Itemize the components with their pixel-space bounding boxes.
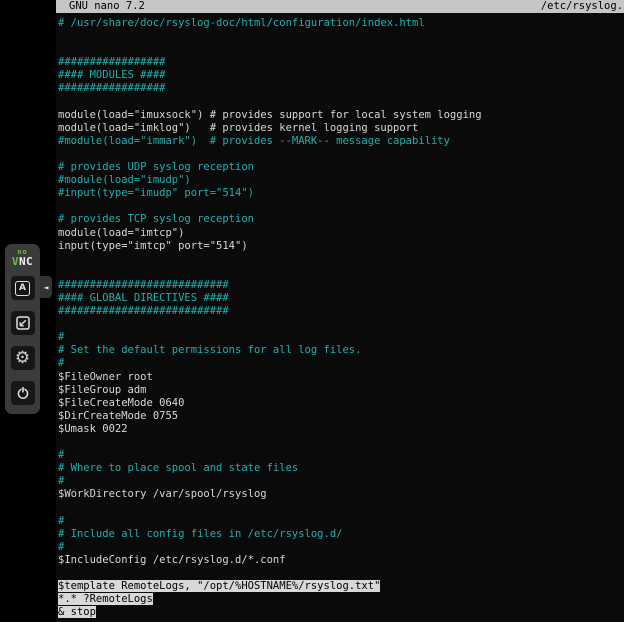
editor-line: module(load="imklog") # provides kernel …: [58, 122, 624, 135]
editor-line: $DirCreateMode 0755: [58, 410, 624, 423]
editor-content[interactable]: # /usr/share/doc/rsyslog-doc/html/config…: [56, 13, 624, 619]
editor-line: #module(load="immark") # provides --MARK…: [58, 135, 624, 148]
editor-line: [58, 43, 624, 56]
editor-line: *.* ?RemoteLogs: [58, 593, 624, 606]
editor-line: #: [58, 331, 624, 344]
editor-line: module(load="imuxsock") # provides suppo…: [58, 109, 624, 122]
editor-line: #################: [58, 82, 624, 95]
editor-line: # Include all config files in /etc/rsysl…: [58, 528, 624, 541]
editor-line: #: [58, 357, 624, 370]
editor-line: ###########################: [58, 279, 624, 292]
gear-icon: ⚙: [15, 350, 30, 367]
editor-line: #: [58, 449, 624, 462]
editor-line: #### MODULES ####: [58, 69, 624, 82]
novnc-control-bar: no VNC A⚙: [5, 244, 40, 414]
control-bar-handle[interactable]: ◄: [40, 276, 52, 298]
editor-line: [58, 266, 624, 279]
keyboard-a-icon: A: [15, 281, 30, 296]
editor-line: # provides UDP syslog reception: [58, 161, 624, 174]
fullscreen-icon: [16, 316, 30, 330]
terminal-window[interactable]: GNU nano 7.2 /etc/rsyslog. # /usr/share/…: [56, 0, 624, 622]
editor-line: $FileCreateMode 0640: [58, 397, 624, 410]
editor-line: [58, 200, 624, 213]
editor-line: # Where to place spool and state files: [58, 462, 624, 475]
editor-line: # Set the default permissions for all lo…: [58, 344, 624, 357]
settings-button[interactable]: ⚙: [11, 346, 35, 370]
collapse-arrow-icon: ◄: [44, 283, 49, 292]
power-icon: [16, 386, 30, 400]
editor-line: #module(load="imudp"): [58, 174, 624, 187]
editor-line: $FileGroup adm: [58, 384, 624, 397]
editor-line: [58, 148, 624, 161]
editor-line: #################: [58, 56, 624, 69]
editor-line: ###########################: [58, 305, 624, 318]
editor-line: #input(type="imudp" port="514"): [58, 187, 624, 200]
editor-line: $IncludeConfig /etc/rsyslog.d/*.conf: [58, 554, 624, 567]
nano-version: GNU nano 7.2: [69, 0, 145, 13]
editor-line: #: [58, 475, 624, 488]
editor-line: [58, 436, 624, 449]
editor-line: # provides TCP syslog reception: [58, 213, 624, 226]
editor-line: # /usr/share/doc/rsyslog-doc/html/config…: [58, 17, 624, 30]
editor-line: $Umask 0022: [58, 423, 624, 436]
editor-line: [58, 318, 624, 331]
extra-keys-button[interactable]: A: [11, 276, 35, 300]
editor-line: #### GLOBAL DIRECTIVES ####: [58, 292, 624, 305]
editor-line: [58, 253, 624, 266]
novnc-logo[interactable]: no VNC: [12, 249, 33, 267]
editor-line: #: [58, 541, 624, 554]
nano-titlebar: GNU nano 7.2 /etc/rsyslog.: [56, 0, 624, 13]
editor-line: & stop: [58, 606, 624, 619]
editor-line: input(type="imtcp" port="514"): [58, 240, 624, 253]
editor-line: [58, 567, 624, 580]
editor-line: [58, 501, 624, 514]
novnc-logo-vnc: VNC: [12, 256, 33, 267]
editor-line: $template RemoteLogs, "/opt/%HOSTNAME%/r…: [58, 580, 624, 593]
nano-filename: /etc/rsyslog.: [541, 0, 623, 13]
fullscreen-button[interactable]: [11, 311, 35, 335]
control-bar-buttons: A⚙: [11, 276, 35, 405]
editor-line: #: [58, 515, 624, 528]
editor-line: [58, 96, 624, 109]
desktop-background: no VNC A⚙ ◄: [0, 0, 56, 622]
editor-line: [58, 30, 624, 43]
editor-line: $WorkDirectory /var/spool/rsyslog: [58, 488, 624, 501]
editor-line: module(load="imtcp"): [58, 227, 624, 240]
editor-line: $FileOwner root: [58, 371, 624, 384]
disconnect-button[interactable]: [11, 381, 35, 405]
